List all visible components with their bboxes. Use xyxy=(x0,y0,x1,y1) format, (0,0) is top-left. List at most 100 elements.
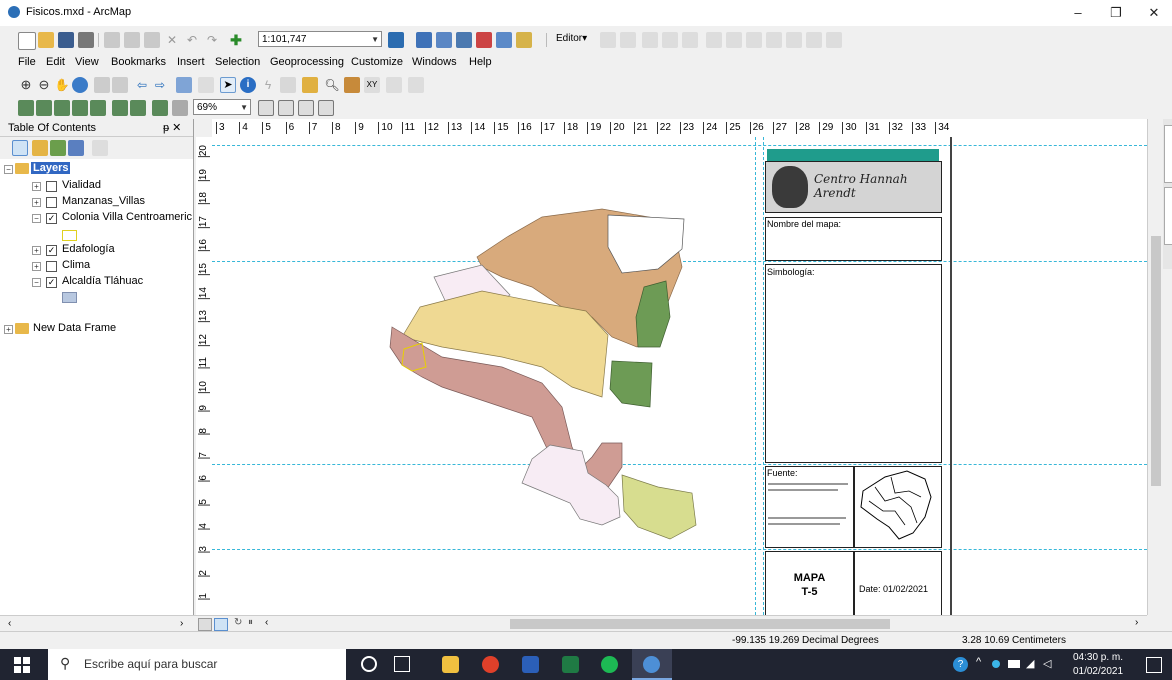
search-window-icon[interactable] xyxy=(456,32,472,48)
arctoolbox-icon[interactable] xyxy=(476,32,492,48)
split-icon[interactable] xyxy=(706,32,722,48)
create-features-icon[interactable] xyxy=(826,32,842,48)
layout-pan-icon[interactable] xyxy=(54,100,70,116)
find-icon[interactable]: 🔍︎ xyxy=(324,77,340,93)
change-layout-icon[interactable] xyxy=(298,100,314,116)
toc-new-data-frame[interactable]: New Data Frame xyxy=(33,322,116,334)
data-driven-pages-icon[interactable] xyxy=(318,100,334,116)
scroll-right-icon[interactable]: › xyxy=(180,618,183,629)
tray-app-icon[interactable] xyxy=(992,660,1000,668)
editor-menu[interactable]: Editor▾ xyxy=(556,33,587,44)
word-icon[interactable] xyxy=(522,656,539,673)
forward-extent-icon[interactable]: ⇨ xyxy=(152,77,168,93)
model-builder-icon[interactable] xyxy=(516,32,532,48)
reshape-icon[interactable] xyxy=(746,32,762,48)
edit-tool-icon[interactable] xyxy=(600,32,616,48)
trace-icon[interactable] xyxy=(682,32,698,48)
toc-options-icon[interactable] xyxy=(92,140,108,156)
menu-selection[interactable]: Selection xyxy=(215,56,260,68)
go-back-extent-layout-icon[interactable] xyxy=(152,100,168,116)
layout-zoom-combo[interactable]: 69% ▼ xyxy=(193,99,251,115)
toc-layer-edafologia[interactable]: Edafología xyxy=(62,243,115,255)
redo-icon[interactable]: ↷ xyxy=(204,32,220,48)
find-route-icon[interactable] xyxy=(344,77,360,93)
menu-windows[interactable]: Windows xyxy=(412,56,457,68)
select-features-icon[interactable] xyxy=(176,77,192,93)
menu-file[interactable]: File xyxy=(18,56,36,68)
measure-icon[interactable] xyxy=(302,77,318,93)
layout-zoom-out-icon[interactable] xyxy=(36,100,52,116)
vertical-scroll-thumb[interactable] xyxy=(1151,236,1161,486)
logo-frame[interactable]: Centro Hannah Arendt xyxy=(765,161,942,213)
edafologia-checkbox[interactable]: ✓ xyxy=(46,245,57,256)
end-point-arc-icon[interactable] xyxy=(662,32,678,48)
menu-geoprocessing[interactable]: Geoprocessing xyxy=(270,56,344,68)
expand-edafologia-icon[interactable]: + xyxy=(32,246,41,255)
arcmap-taskbar-button[interactable] xyxy=(632,649,672,680)
volume-icon[interactable]: ◁ xyxy=(1043,657,1051,670)
undo-icon[interactable]: ↶ xyxy=(184,32,200,48)
help-icon[interactable]: ? xyxy=(953,657,968,672)
battery-icon[interactable] xyxy=(1008,660,1020,668)
collapse-colonia-icon[interactable]: − xyxy=(32,214,41,223)
manzanas-checkbox[interactable] xyxy=(46,197,57,208)
file-explorer-icon[interactable] xyxy=(442,656,459,673)
locator-map-frame[interactable] xyxy=(854,466,942,548)
pause-drawing-icon[interactable]: ⏸ xyxy=(248,617,253,628)
refresh-icon[interactable]: ↻ xyxy=(234,617,242,628)
new-document-icon[interactable] xyxy=(18,32,36,50)
alcaldia-checkbox[interactable]: ✓ xyxy=(46,277,57,288)
edit-annotation-icon[interactable] xyxy=(620,32,636,48)
list-by-source-icon[interactable] xyxy=(32,140,48,156)
toc-pin-close-button[interactable]: ᵽ ✕ xyxy=(163,121,181,134)
paste-icon[interactable] xyxy=(144,32,160,48)
source-box[interactable]: Fuente: xyxy=(765,466,854,548)
toggle-draft-mode-icon[interactable] xyxy=(258,100,274,116)
menu-edit[interactable]: Edit xyxy=(46,56,65,68)
alcaldia-symbol-swatch[interactable] xyxy=(62,292,77,303)
date-box[interactable]: Date: 01/02/2021 xyxy=(854,551,942,615)
legend-box[interactable]: Simbología: xyxy=(765,264,942,463)
colonia-symbol-swatch[interactable] xyxy=(62,230,77,241)
zoom-out-icon[interactable]: ⊖ xyxy=(36,77,52,93)
horizontal-scrollbar[interactable]: ‹ › ↻ ⏸ ‹ › xyxy=(0,615,1147,632)
fixed-zoom-out-layout-icon[interactable] xyxy=(130,100,146,116)
catalog-dock-tab[interactable] xyxy=(1164,125,1172,183)
wifi-icon[interactable]: ◢ xyxy=(1026,657,1034,670)
collapse-alcaldia-icon[interactable]: − xyxy=(32,278,41,287)
cortana-icon[interactable] xyxy=(361,656,377,672)
fixed-zoom-in-icon[interactable] xyxy=(94,77,110,93)
task-view-icon[interactable] xyxy=(394,656,410,672)
map-title-box[interactable]: MAPA T-5 xyxy=(765,551,854,615)
menu-help[interactable]: Help xyxy=(469,56,492,68)
add-data-icon[interactable]: ✚ xyxy=(228,32,244,48)
zoom-whole-page-icon[interactable] xyxy=(72,100,88,116)
go-forward-extent-layout-icon[interactable] xyxy=(172,100,188,116)
clear-selection-icon[interactable] xyxy=(198,77,214,93)
vialidad-checkbox[interactable] xyxy=(46,181,57,192)
straight-segment-icon[interactable] xyxy=(642,32,658,48)
excel-icon[interactable] xyxy=(562,656,579,673)
fixed-zoom-out-icon[interactable] xyxy=(112,77,128,93)
time-slider-icon[interactable] xyxy=(386,77,402,93)
toc-layer-clima[interactable]: Clima xyxy=(62,259,90,271)
spotify-icon[interactable] xyxy=(601,656,618,673)
vertical-scrollbar[interactable] xyxy=(1147,119,1164,615)
python-window-icon[interactable] xyxy=(496,32,512,48)
map-scale-combo[interactable]: 1:101,747 ▼ xyxy=(258,31,382,47)
copy-icon[interactable] xyxy=(124,32,140,48)
sketch-properties-icon[interactable] xyxy=(806,32,822,48)
focus-data-frame-icon[interactable] xyxy=(278,100,294,116)
back-extent-icon[interactable]: ⇦ xyxy=(134,77,150,93)
zoom-in-icon[interactable]: ⊕ xyxy=(18,77,34,93)
taskbar-date[interactable]: 01/02/2021 xyxy=(1063,666,1133,677)
viewer-window-icon[interactable] xyxy=(408,77,424,93)
cut-icon[interactable] xyxy=(104,32,120,48)
save-icon[interactable] xyxy=(58,32,74,48)
expand-manzanas-icon[interactable]: + xyxy=(32,198,41,207)
scroll-left-layout-icon[interactable]: ‹ xyxy=(265,617,268,628)
identify-icon[interactable]: i xyxy=(240,77,256,93)
layout-zoom-in-icon[interactable] xyxy=(18,100,34,116)
toc-layer-vialidad[interactable]: Vialidad xyxy=(62,179,101,191)
cut-polygon-icon[interactable] xyxy=(766,32,782,48)
